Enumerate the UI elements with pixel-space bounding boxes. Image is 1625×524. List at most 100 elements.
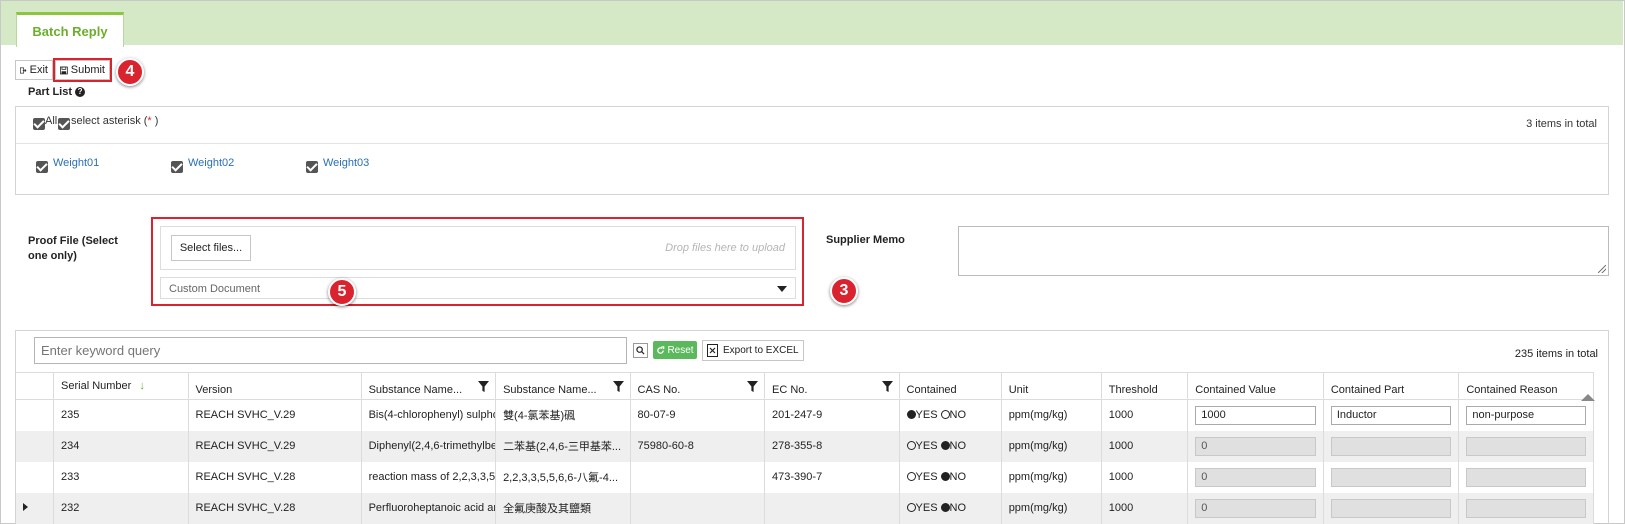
cell-ec: 201-247-9 — [764, 399, 900, 431]
part-link-weight03[interactable]: Weight03 — [323, 157, 369, 169]
submit-button[interactable]: Submit — [53, 58, 112, 82]
contained-yes-radio[interactable] — [906, 410, 916, 420]
scroll-up-icon[interactable] — [1581, 394, 1595, 401]
part-link-weight01[interactable]: Weight01 — [53, 157, 99, 169]
column-header-ec[interactable]: EC No. — [764, 372, 900, 400]
cell-substance-en: reaction mass of 2,2,3,3,5,5 — [361, 461, 497, 493]
contained-part-input[interactable]: Inductor — [1330, 405, 1452, 425]
table-row[interactable]: 234 REACH SVHC_V.29 Diphenyl(2,4,6-trimeth… — [16, 430, 1594, 462]
document-type-select[interactable]: Custom Document — [160, 277, 796, 299]
column-header-substance-zh[interactable]: Substance Name... — [495, 372, 631, 400]
column-header-version[interactable]: Version — [188, 372, 362, 400]
contained-reason-input[interactable] — [1466, 436, 1586, 456]
export-excel-button[interactable]: Export to EXCEL — [702, 340, 804, 361]
table-row[interactable]: 233 REACH SVHC_V.28 reaction mass of 2,2,3… — [16, 461, 1594, 493]
contained-no-radio[interactable] — [940, 441, 950, 450]
supplier-memo-textarea[interactable] — [958, 226, 1609, 276]
contained-no-radio[interactable] — [940, 503, 950, 512]
cell-contained-reason — [1458, 492, 1594, 524]
part-list-box: All select asterisk (* ) 3 items in tota… — [15, 106, 1609, 195]
annotation-badge-4: 4 — [116, 58, 144, 86]
close-paren: ) — [151, 115, 159, 127]
part-checkbox-weight03[interactable] — [306, 161, 318, 173]
filter-icon[interactable] — [612, 381, 624, 392]
part-checkbox-weight02[interactable] — [171, 161, 183, 173]
cell-substance-zh: 全氟庚酸及其鹽類 — [495, 492, 631, 524]
cell-threshold: 1000 — [1101, 399, 1189, 431]
contained-yes-radio[interactable] — [906, 503, 916, 512]
part-checkbox-weight01[interactable] — [36, 161, 48, 173]
cell-contained: YES NO — [899, 492, 1002, 524]
contained-no-label: NO — [949, 409, 967, 422]
contained-part-input[interactable] — [1330, 498, 1452, 518]
contained-value-input[interactable]: 0 — [1195, 436, 1316, 456]
contained-no-label: NO — [949, 440, 967, 452]
save-icon — [60, 66, 68, 74]
cell-contained-part — [1323, 430, 1460, 462]
column-header-contained-part[interactable]: Contained Part — [1323, 372, 1460, 400]
contained-reason-input[interactable]: non-purpose — [1466, 405, 1586, 425]
part-link-weight02[interactable]: Weight02 — [188, 157, 234, 169]
keyword-search-input[interactable] — [34, 337, 627, 364]
reset-button[interactable]: Reset — [653, 341, 697, 359]
cell-substance-zh: 雙(4-氯苯基)碸 — [495, 399, 631, 431]
contained-value-input[interactable]: 1000 — [1195, 405, 1316, 425]
column-header-substance-en[interactable]: Substance Name... — [361, 372, 497, 400]
table-row[interactable]: 232 REACH SVHC_V.28 Perfluoroheptanoic aci… — [16, 492, 1594, 524]
select-all-checkbox[interactable] — [33, 118, 45, 130]
cell-cas: 80-07-9 — [630, 399, 766, 431]
proof-file-label: Proof File (Select one only) — [28, 235, 118, 262]
column-header-contained[interactable]: Contained — [899, 372, 1002, 400]
contained-part-input[interactable] — [1330, 436, 1452, 456]
column-header-contained-value[interactable]: Contained Value — [1187, 372, 1324, 400]
row-expand-icon[interactable] — [23, 503, 28, 511]
tab-bar: Batch Reply — [1, 1, 1623, 47]
filter-icon[interactable] — [747, 381, 759, 392]
select-files-button[interactable]: Select files... — [171, 235, 251, 261]
contained-no-radio[interactable] — [940, 472, 950, 481]
select-asterisk-checkbox[interactable] — [58, 118, 70, 130]
sort-down-icon[interactable]: ↓ — [139, 380, 145, 392]
column-header-threshold[interactable]: Threshold — [1101, 372, 1189, 400]
contained-yes-radio[interactable] — [906, 441, 916, 450]
part-list-divider — [16, 143, 1608, 144]
row-expand-cell[interactable] — [16, 430, 55, 462]
filter-icon[interactable] — [478, 381, 490, 392]
cell-unit: ppm(mg/kg) — [1001, 430, 1102, 462]
cell-contained-part — [1323, 492, 1460, 524]
cell-contained-part: Inductor — [1323, 399, 1460, 431]
row-expand-cell[interactable] — [16, 492, 55, 524]
filter-icon[interactable] — [881, 381, 893, 392]
cell-version: REACH SVHC_V.28 — [188, 461, 362, 493]
contained-no-radio[interactable] — [940, 410, 950, 420]
contained-yes-radio[interactable] — [906, 472, 916, 481]
search-icon — [636, 346, 645, 355]
cell-cas — [630, 492, 766, 524]
search-button[interactable] — [633, 343, 648, 358]
part-list-title-text: Part List — [28, 86, 73, 98]
cell-substance-zh: 2,2,3,3,5,5,6,6-八氟-4... — [495, 461, 631, 493]
cell-version: REACH SVHC_V.28 — [188, 492, 362, 524]
contained-value-input[interactable]: 0 — [1195, 498, 1316, 518]
row-expand-cell[interactable] — [16, 461, 55, 493]
contained-reason-input[interactable] — [1466, 498, 1586, 518]
file-upload-area[interactable]: Select files... Drop files here to uploa… — [160, 226, 796, 270]
cell-cas: 75980-60-8 — [630, 430, 766, 462]
contained-value-input[interactable]: 0 — [1195, 467, 1316, 487]
exit-button[interactable]: Exit — [15, 60, 53, 80]
cell-unit: ppm(mg/kg) — [1001, 399, 1102, 431]
contained-reason-input[interactable] — [1466, 467, 1586, 487]
exit-label: Exit — [29, 64, 48, 76]
contained-part-input[interactable] — [1330, 467, 1452, 487]
column-header-unit[interactable]: Unit — [1001, 372, 1102, 400]
part-list-title: Part List? — [28, 86, 86, 98]
column-header-serial[interactable]: Serial Number ↓ — [53, 372, 189, 400]
column-header-contained-value-text: Contained Value — [1195, 384, 1276, 396]
column-header-cas[interactable]: CAS No. — [630, 372, 766, 400]
cell-contained: YES NO — [899, 430, 1002, 462]
column-header-contained-reason[interactable]: Contained Reason — [1458, 372, 1594, 400]
row-expand-cell[interactable] — [16, 399, 55, 431]
table-row[interactable]: 235 REACH SVHC_V.29 Bis(4-chlorophenyl) su… — [16, 399, 1594, 431]
tab-batch-reply[interactable]: Batch Reply — [16, 12, 124, 47]
help-icon[interactable]: ? — [75, 87, 86, 98]
